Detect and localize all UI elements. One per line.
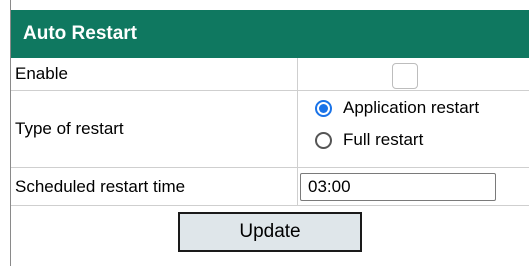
scheduled-row: Scheduled restart time <box>11 168 529 206</box>
radio-option-full[interactable]: Full restart <box>315 130 423 150</box>
enable-value-cell <box>298 58 529 90</box>
restart-type-row: Type of restart Application restart Full… <box>11 91 529 168</box>
scheduled-value-cell <box>298 168 529 205</box>
scheduled-label: Scheduled restart time <box>11 168 298 205</box>
enable-checkbox[interactable] <box>392 63 418 89</box>
radio-full-restart[interactable] <box>315 131 332 149</box>
section-header: Auto Restart <box>11 10 529 58</box>
radio-option-application[interactable]: Application restart <box>315 98 479 118</box>
update-button[interactable]: Update <box>178 212 362 252</box>
enable-label: Enable <box>11 58 298 90</box>
section-title: Auto Restart <box>23 23 138 44</box>
enable-row: Enable <box>11 58 529 91</box>
radio-application-restart[interactable] <box>315 99 332 117</box>
settings-table: Auto Restart Enable Type of restart Appl… <box>11 10 529 262</box>
scheduled-time-input[interactable] <box>300 173 496 201</box>
restart-type-value-cell: Application restart Full restart <box>298 91 529 167</box>
auto-restart-panel: Auto Restart Enable Type of restart Appl… <box>0 0 529 266</box>
radio-application-label: Application restart <box>343 98 480 117</box>
radio-full-label: Full restart <box>343 130 424 149</box>
restart-type-label: Type of restart <box>11 91 298 167</box>
update-row: Update <box>11 206 529 262</box>
